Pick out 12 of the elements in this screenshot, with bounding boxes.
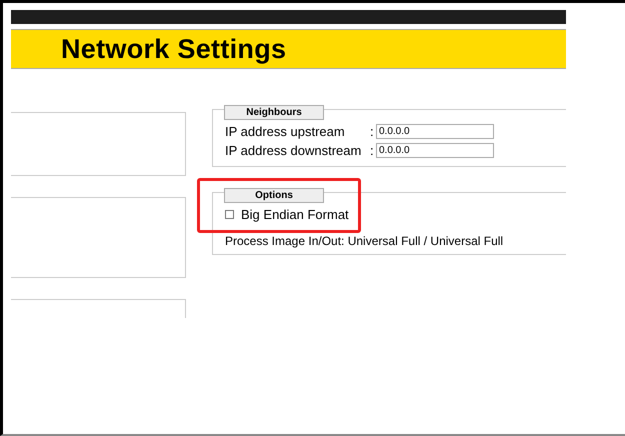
checkbox-label: Big Endian Format	[241, 207, 349, 222]
page-title: Network Settings	[61, 34, 286, 64]
section-legend: Neighbours	[224, 105, 324, 120]
field-label: IP address upstream	[225, 124, 346, 139]
checkbox[interactable]	[225, 210, 234, 219]
separator: :	[370, 124, 375, 139]
field-label: IP address downstream	[225, 143, 362, 158]
ip-address-field[interactable]: 0.0.0.0	[376, 124, 494, 139]
process-image-info: Process Image In/Out: Universal Full / Universal Full	[225, 234, 504, 248]
ip-address-field[interactable]: 0.0.0.0	[376, 143, 494, 158]
separator: :	[370, 143, 375, 158]
section-legend: Options	[224, 188, 324, 203]
